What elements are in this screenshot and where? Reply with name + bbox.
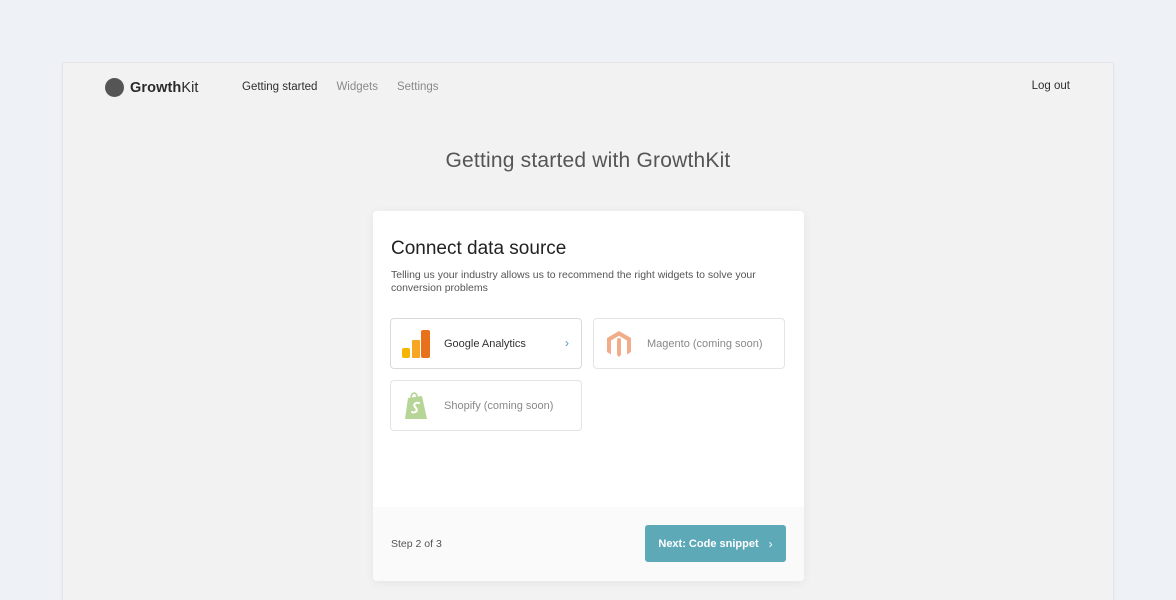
- logout-link[interactable]: Log out: [1032, 80, 1070, 92]
- app-window: GrowthKit Getting started Widgets Settin…: [62, 62, 1114, 600]
- source-label: Google Analytics: [444, 337, 526, 350]
- connect-data-source-card: Connect data source Telling us your indu…: [373, 211, 804, 581]
- logo[interactable]: GrowthKit: [105, 78, 199, 97]
- logo-text: GrowthKit: [130, 80, 199, 96]
- step-indicator: Step 2 of 3: [391, 538, 442, 550]
- source-google-analytics[interactable]: Google Analytics ›: [390, 318, 582, 369]
- logo-circle-icon: [105, 78, 124, 97]
- nav-widgets[interactable]: Widgets: [336, 81, 378, 93]
- source-label: Shopify (coming soon): [444, 399, 554, 412]
- card-footer: Step 2 of 3 Next: Code snippet ›: [373, 507, 804, 581]
- nav-settings[interactable]: Settings: [397, 81, 439, 93]
- chevron-right-icon: ›: [768, 536, 773, 551]
- main-nav: Getting started Widgets Settings: [242, 81, 439, 93]
- card-title: Connect data source: [391, 238, 567, 259]
- page-title: Getting started with GrowthKit: [445, 149, 731, 172]
- top-navbar: GrowthKit Getting started Widgets Settin…: [63, 63, 1113, 113]
- nav-getting-started[interactable]: Getting started: [242, 81, 317, 93]
- source-label: Magento (coming soon): [647, 337, 763, 350]
- logo-text-bold: Growth: [130, 79, 182, 96]
- card-description: Telling us your industry allows us to re…: [391, 269, 756, 294]
- chevron-right-icon: ›: [565, 336, 569, 350]
- next-button-label: Next: Code snippet: [658, 537, 759, 550]
- next-code-snippet-button[interactable]: Next: Code snippet ›: [645, 525, 786, 562]
- shopify-icon: [402, 391, 430, 421]
- logo-text-light: Kit: [181, 79, 199, 96]
- google-analytics-icon: [402, 329, 430, 359]
- magento-icon: [605, 329, 633, 359]
- source-shopify[interactable]: Shopify (coming soon): [390, 380, 582, 431]
- source-magento[interactable]: Magento (coming soon): [593, 318, 785, 369]
